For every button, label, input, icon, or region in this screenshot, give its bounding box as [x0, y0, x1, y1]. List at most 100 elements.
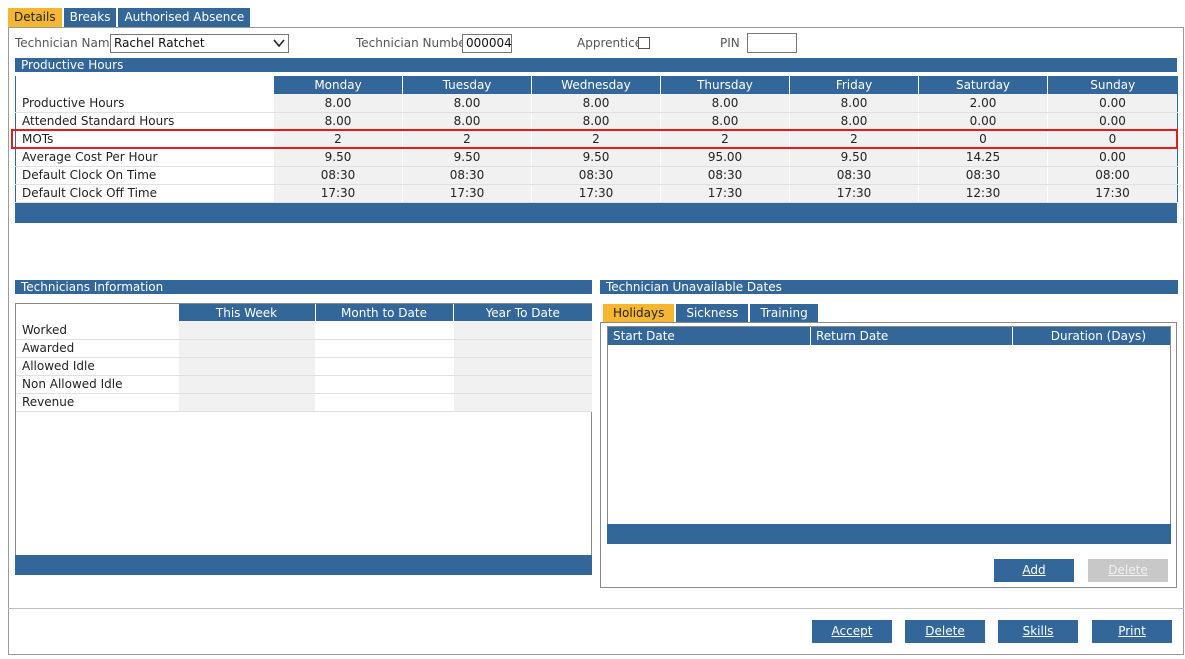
table-row: Average Cost Per Hour 9.50 9.50 9.50 95.… — [15, 148, 1178, 167]
technicians-info-footer — [15, 555, 592, 575]
col-year-to-date: Year To Date — [452, 304, 592, 321]
holidays-list-footer — [607, 524, 1171, 544]
cell[interactable]: 9.50 — [531, 148, 661, 167]
tab-authorised-absence[interactable]: Authorised Absence — [118, 8, 251, 27]
tab-holidays[interactable]: Holidays — [603, 304, 675, 322]
cell[interactable]: 17:30 — [273, 184, 403, 203]
cell[interactable]: 17:30 — [1047, 184, 1178, 203]
cell[interactable]: 08:30 — [531, 166, 661, 185]
tab-training[interactable]: Training — [750, 304, 818, 322]
cell[interactable]: 2 — [660, 130, 790, 149]
add-button[interactable]: Add — [994, 559, 1074, 582]
cell[interactable]: 08:30 — [402, 166, 532, 185]
table-row: Awarded — [16, 339, 592, 358]
cell[interactable]: 8.00 — [531, 112, 661, 131]
delete-button[interactable]: Delete — [905, 620, 985, 643]
cell[interactable]: 2 — [531, 130, 661, 149]
row-label: Average Cost Per Hour — [15, 148, 274, 167]
col-return-date[interactable]: Return Date — [811, 327, 1013, 345]
technician-number-field[interactable]: 000004 — [462, 34, 512, 53]
cell[interactable]: 9.50 — [273, 148, 403, 167]
cell — [314, 339, 453, 358]
header-blank — [16, 304, 178, 321]
col-duration[interactable]: Duration (Days) — [1013, 327, 1170, 345]
row-label: Non Allowed Idle — [16, 375, 178, 394]
apprentice-checkbox[interactable] — [638, 37, 650, 49]
cell[interactable]: 17:30 — [402, 184, 532, 203]
tab-breaks[interactable]: Breaks — [63, 8, 117, 27]
tab-sickness[interactable]: Sickness — [676, 304, 749, 322]
day-wednesday: Wednesday — [531, 76, 661, 94]
technicians-info-panel: This Week Month to Date Year To Date Wor… — [15, 303, 592, 575]
table-row: Non Allowed Idle — [16, 375, 592, 394]
unavailable-dates-header: Technician Unavailable Dates — [600, 280, 1178, 294]
cell[interactable]: 17:30 — [789, 184, 919, 203]
cell[interactable]: 0 — [1047, 130, 1178, 149]
day-friday: Friday — [789, 76, 919, 94]
cell[interactable]: 8.00 — [789, 94, 919, 113]
cell[interactable]: 8.00 — [789, 112, 919, 131]
tab-details[interactable]: Details — [8, 8, 62, 27]
apprentice-label: Apprentice — [577, 36, 643, 50]
skills-button[interactable]: Skills — [998, 620, 1078, 643]
cell[interactable]: 2 — [273, 130, 403, 149]
unavailable-tabs: Holidays Sickness Training — [603, 304, 818, 322]
accept-button[interactable]: Accept — [812, 620, 892, 643]
cell[interactable]: 08:00 — [1047, 166, 1178, 185]
technician-name-select[interactable]: Rachel Ratchet — [110, 34, 289, 53]
cell[interactable]: 0 — [918, 130, 1048, 149]
cell[interactable]: 2.00 — [918, 94, 1048, 113]
cell — [314, 357, 453, 376]
cell[interactable]: 08:30 — [660, 166, 790, 185]
day-header-row: Monday Tuesday Wednesday Thursday Friday… — [15, 76, 1178, 94]
cell[interactable]: 9.50 — [789, 148, 919, 167]
cell[interactable]: 2 — [789, 130, 919, 149]
main-tabs: Details Breaks Authorised Absence — [8, 8, 251, 27]
pin-field[interactable] — [747, 33, 797, 53]
col-start-date[interactable]: Start Date — [608, 327, 811, 345]
table-row: Default Clock Off Time 17:30 17:30 17:30… — [15, 184, 1178, 203]
delete-holiday-button[interactable]: Delete — [1088, 559, 1168, 582]
cell[interactable]: 0.00 — [1047, 94, 1178, 113]
cell[interactable]: 8.00 — [660, 112, 790, 131]
cell[interactable]: 8.00 — [402, 94, 532, 113]
cell[interactable]: 8.00 — [531, 94, 661, 113]
cell[interactable]: 0.00 — [1047, 112, 1178, 131]
cell[interactable]: 95.00 — [660, 148, 790, 167]
technician-number-label: Technician Number — [356, 36, 471, 50]
technician-name-label: Technician Name — [15, 36, 117, 50]
cell[interactable]: 17:30 — [531, 184, 661, 203]
print-label: Print — [1118, 624, 1146, 638]
accept-label: Accept — [831, 624, 873, 638]
cell[interactable]: 0.00 — [1047, 148, 1178, 167]
cell[interactable]: 8.00 — [402, 112, 532, 131]
cell[interactable]: 14.25 — [918, 148, 1048, 167]
cell[interactable]: 12:30 — [918, 184, 1048, 203]
row-label: Allowed Idle — [16, 357, 178, 376]
print-button[interactable]: Print — [1092, 620, 1172, 643]
delete-label: Delete — [925, 624, 965, 638]
cell[interactable]: 08:30 — [918, 166, 1048, 185]
col-this-week: This Week — [177, 304, 315, 321]
cell[interactable]: 8.00 — [660, 94, 790, 113]
col-month-to-date: Month to Date — [314, 304, 453, 321]
add-button-label: Add — [1022, 563, 1046, 577]
table-row: Worked — [16, 321, 592, 340]
day-tuesday: Tuesday — [402, 76, 532, 94]
cell[interactable]: 08:30 — [273, 166, 403, 185]
technician-name-value: Rachel Ratchet — [114, 36, 205, 50]
pin-label: PIN — [720, 36, 740, 50]
cell[interactable]: 8.00 — [273, 94, 403, 113]
row-label: Default Clock On Time — [15, 166, 274, 185]
cell[interactable]: 0.00 — [918, 112, 1048, 131]
cell[interactable]: 8.00 — [273, 112, 403, 131]
cell[interactable]: 08:30 — [789, 166, 919, 185]
cell — [314, 375, 453, 394]
cell[interactable]: 2 — [402, 130, 532, 149]
cell[interactable]: 17:30 — [660, 184, 790, 203]
cell — [177, 357, 315, 376]
table-row: Attended Standard Hours 8.00 8.00 8.00 8… — [15, 112, 1178, 131]
cell[interactable]: 9.50 — [402, 148, 532, 167]
technicians-info-table: This Week Month to Date Year To Date Wor… — [16, 304, 592, 412]
day-monday: Monday — [273, 76, 403, 94]
